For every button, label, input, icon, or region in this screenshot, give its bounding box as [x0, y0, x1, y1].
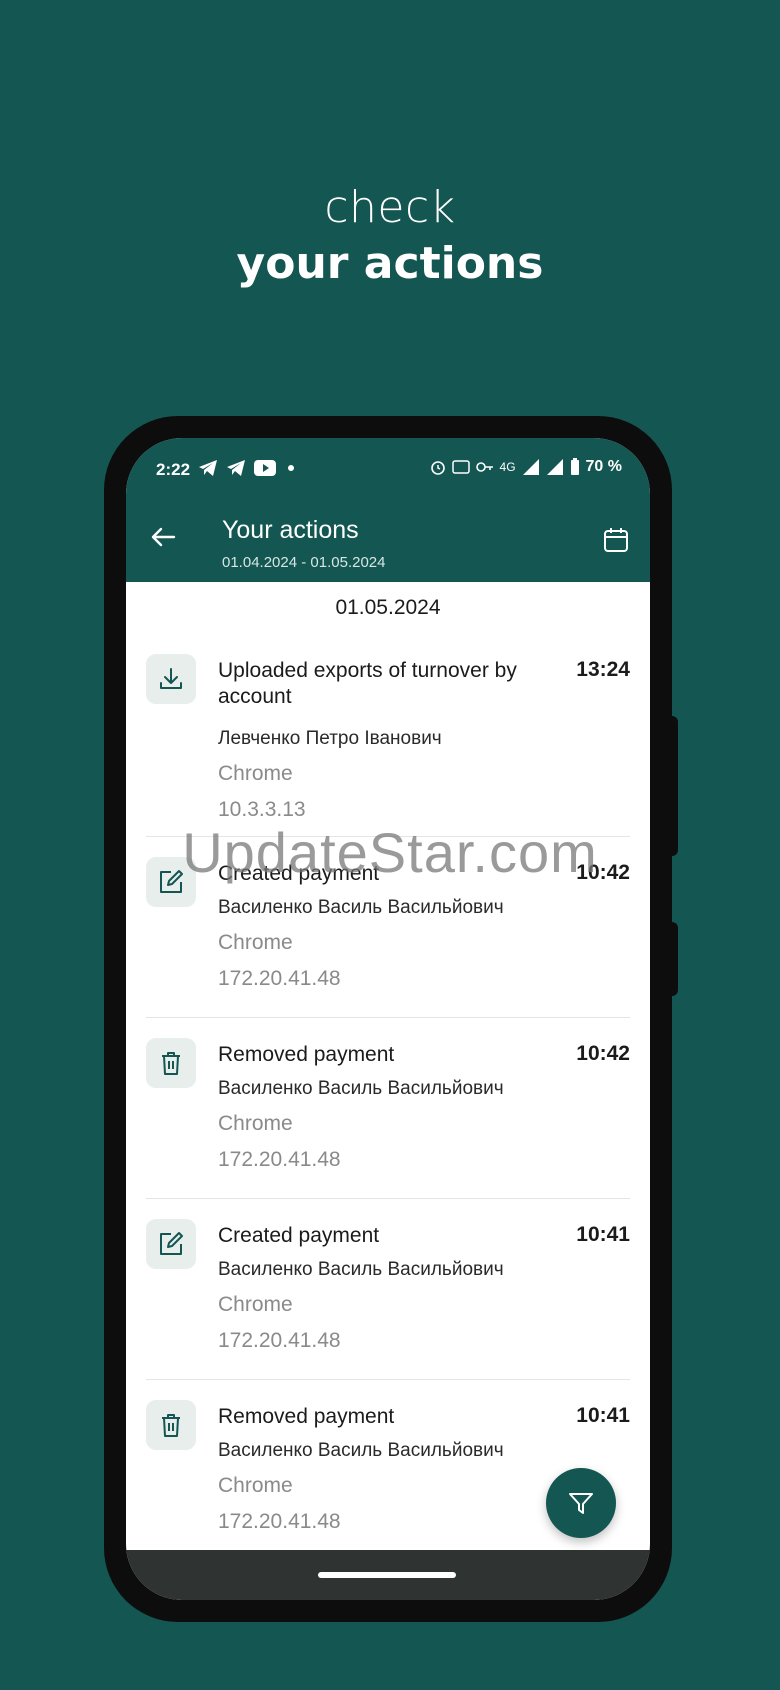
action-user: Левченко Петро Іванович	[218, 728, 442, 749]
download-icon	[146, 654, 196, 704]
action-time: 10:41	[576, 1404, 630, 1427]
notification-dot-icon	[288, 465, 294, 471]
list-item[interactable]: Uploaded exports of turnover by account …	[146, 634, 630, 837]
action-time: 10:42	[576, 1042, 630, 1065]
phone-frame: 2:22 4G 70 % Your actions 01.04.2024 - 0…	[104, 416, 678, 1622]
action-ip: 172.20.41.48	[218, 1510, 341, 1533]
action-time: 13:24	[576, 658, 630, 681]
action-ip: 172.20.41.48	[218, 1148, 341, 1171]
action-title: Uploaded exports of turnover by account	[218, 659, 517, 708]
alarm-icon	[430, 461, 445, 475]
action-browser: Chrome	[218, 1474, 293, 1497]
trash-icon	[146, 1400, 196, 1450]
action-browser: Chrome	[218, 1293, 293, 1316]
action-user: Василенко Василь Васильйович	[218, 897, 504, 918]
action-browser: Chrome	[218, 931, 293, 954]
action-user: Василенко Василь Васильйович	[218, 1259, 504, 1280]
action-user: Василенко Василь Васильйович	[218, 1078, 504, 1099]
filter-icon	[569, 1493, 593, 1514]
action-ip: 172.20.41.48	[218, 967, 341, 990]
trash-icon	[146, 1038, 196, 1088]
signal-icon	[522, 459, 539, 475]
app-bar: Your actions 01.04.2024 - 01.05.2024	[126, 498, 650, 582]
date-group-header: 01.05.2024	[335, 596, 441, 619]
date-range: 01.04.2024 - 01.05.2024	[222, 554, 386, 571]
status-bar: 2:22 4G 70 %	[126, 438, 650, 498]
filter-button[interactable]	[546, 1468, 616, 1538]
list-item[interactable]: Removed payment 10:42 Василенко Василь В…	[146, 1018, 630, 1199]
action-user: Василенко Василь Васильйович	[218, 1440, 504, 1461]
key-icon	[475, 462, 493, 472]
headline: check your actions	[0, 180, 780, 292]
list-item[interactable]: Created payment 10:41 Василенко Василь В…	[146, 1199, 630, 1380]
home-indicator[interactable]	[318, 1572, 456, 1578]
page-title: Your actions	[222, 516, 359, 544]
action-title: Removed payment	[218, 1043, 395, 1066]
action-ip: 172.20.41.48	[218, 1329, 341, 1352]
battery-icon	[570, 458, 579, 475]
network-type: 4G	[499, 460, 516, 474]
calendar-icon[interactable]	[602, 526, 630, 554]
system-nav-bar	[126, 1550, 650, 1600]
telegram-icon	[227, 460, 245, 476]
status-time: 2:22	[156, 460, 191, 479]
watermark: UpdateStar.com	[182, 821, 598, 884]
actions-list: Uploaded exports of turnover by account …	[126, 634, 650, 1561]
headline-line1: check	[324, 182, 456, 233]
power-button	[670, 922, 678, 996]
action-browser: Chrome	[218, 1112, 293, 1135]
edit-icon	[146, 1219, 196, 1269]
phone-screen: 2:22 4G 70 % Your actions 01.04.2024 - 0…	[126, 438, 650, 1600]
list-item[interactable]: Removed payment 10:41 Василенко Василь В…	[146, 1380, 630, 1561]
youtube-icon	[254, 460, 276, 476]
action-time: 10:41	[576, 1223, 630, 1246]
action-browser: Chrome	[218, 762, 293, 785]
signal-icon	[546, 459, 563, 475]
action-title: Created payment	[218, 1224, 380, 1247]
telegram-icon	[199, 460, 217, 476]
action-title: Removed payment	[218, 1405, 395, 1428]
headline-line2: your actions	[236, 238, 544, 289]
action-ip: 10.3.3.13	[218, 798, 306, 821]
battery-level: 70 %	[585, 458, 622, 475]
back-arrow-icon[interactable]	[148, 522, 178, 552]
nfc-icon	[451, 460, 470, 474]
